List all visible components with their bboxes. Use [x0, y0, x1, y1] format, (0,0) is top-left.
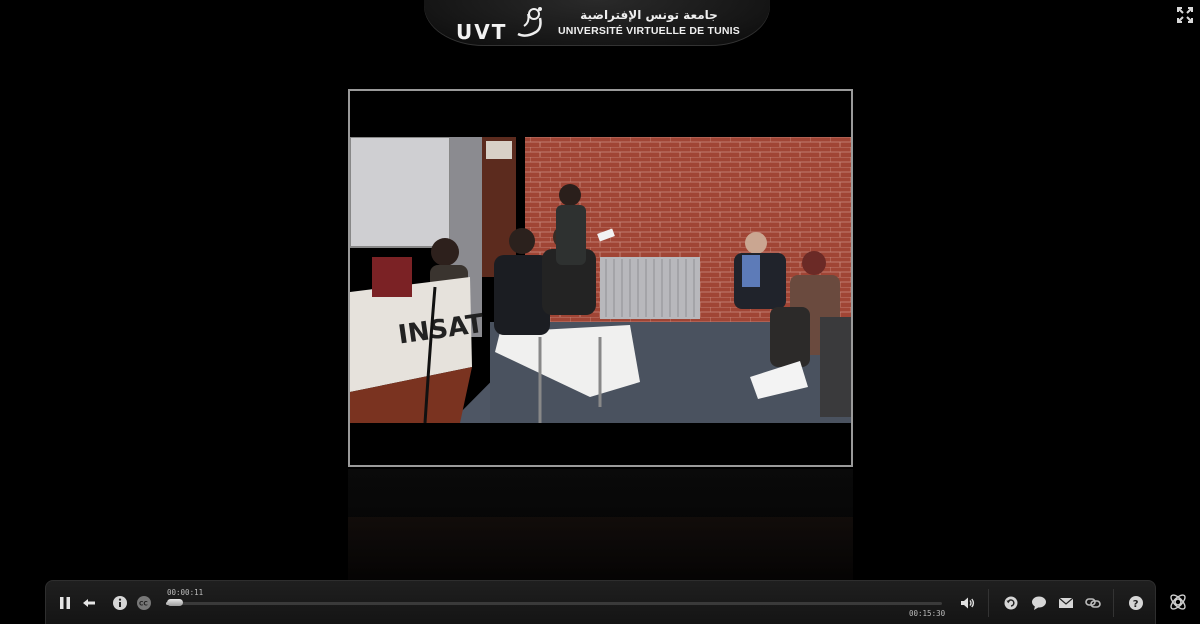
link-button[interactable]	[1084, 594, 1102, 612]
closed-captions-button[interactable]: CC	[135, 594, 153, 612]
comment-icon	[1032, 596, 1046, 610]
info-icon	[113, 596, 127, 610]
svg-text:?: ?	[1133, 599, 1139, 610]
pause-button[interactable]	[56, 594, 74, 612]
pause-icon	[60, 597, 70, 609]
volume-button[interactable]	[959, 594, 977, 612]
logo-arabic-text: جامعة تونس الإفتراضية	[580, 8, 718, 22]
comment-button[interactable]	[1030, 594, 1048, 612]
control-separator	[988, 589, 989, 617]
player-control-bar: CC 00:00:11 00:15:30 ?	[45, 580, 1156, 624]
closed-captions-icon: CC	[137, 596, 151, 610]
video-scene-image: INSAT	[350, 137, 851, 423]
network-settings-button[interactable]	[1167, 591, 1189, 613]
video-display[interactable]: INSAT	[348, 89, 853, 467]
email-button[interactable]	[1057, 594, 1075, 612]
help-icon: ?	[1129, 596, 1143, 610]
back-icon	[83, 599, 95, 607]
volume-icon	[961, 597, 975, 609]
replay-button[interactable]	[1002, 594, 1020, 612]
fullscreen-button[interactable]	[1176, 6, 1194, 24]
email-icon	[1058, 597, 1074, 608]
logo-emblem-icon	[517, 7, 542, 37]
video-content: INSAT	[350, 137, 851, 423]
logo-uvt-text: UVT	[456, 20, 508, 44]
info-button[interactable]	[111, 594, 129, 612]
back-button[interactable]	[80, 594, 98, 612]
video-player: UVT جامعة تونس الإفتراضية UNIVERSITÉ VIR…	[0, 0, 1200, 624]
seek-handle[interactable]	[167, 599, 184, 606]
seek-bar[interactable]	[166, 599, 942, 606]
svg-text:CC: CC	[139, 601, 148, 608]
fullscreen-icon	[1177, 7, 1193, 23]
total-duration: 00:15:30	[909, 609, 946, 618]
current-time: 00:00:11	[167, 588, 204, 597]
control-separator	[1113, 589, 1114, 617]
university-logo-banner: UVT جامعة تونس الإفتراضية UNIVERSITÉ VIR…	[424, 0, 770, 46]
help-button[interactable]: ?	[1127, 594, 1145, 612]
link-icon	[1085, 598, 1101, 608]
network-settings-icon	[1170, 594, 1186, 610]
replay-icon	[1004, 596, 1018, 610]
logo-latin-text: UNIVERSITÉ VIRTUELLE DE TUNIS	[558, 25, 740, 37]
